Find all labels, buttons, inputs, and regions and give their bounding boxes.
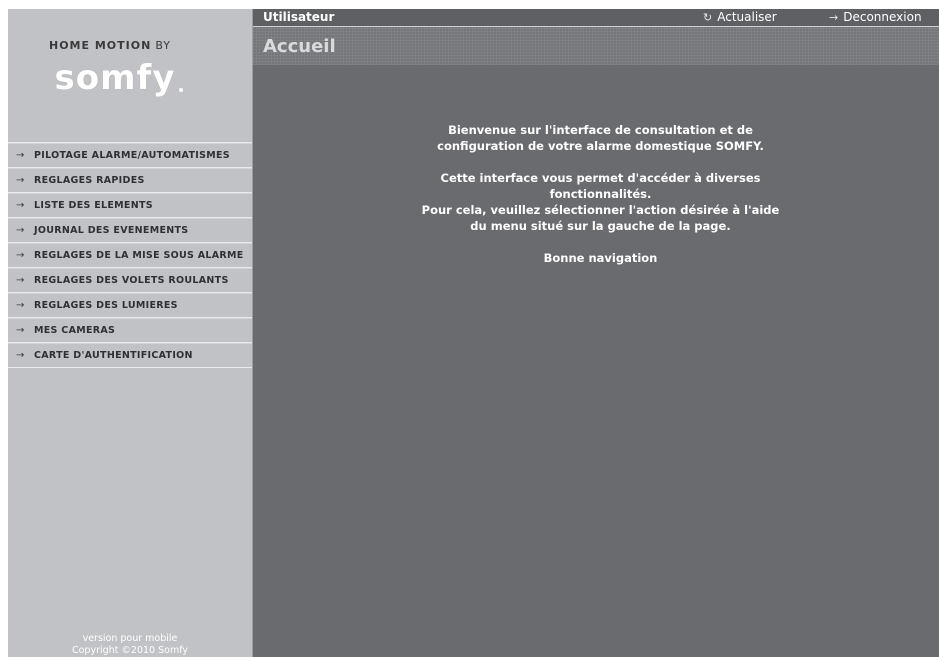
arrow-right-icon: → [16,275,25,286]
welcome-line: Cette interface vous permet d'accéder à … [440,171,761,201]
menu-item-label: CARTE D'AUTHENTIFICATION [34,350,193,361]
arrow-right-icon: → [16,250,25,261]
sidebar-menu: → PILOTAGE ALARME/AUTOMATISMES → REGLAGES … [8,142,252,368]
logout-button[interactable]: → Deconnexion [829,10,922,24]
refresh-label: Actualiser [717,10,777,24]
sidebar-footer: version pour mobile Copyright ©2010 Somf… [8,633,252,657]
menu-item-label: PILOTAGE ALARME/AUTOMATISMES [34,150,230,161]
arrow-right-icon: → [16,300,25,311]
menu-item-pilotage[interactable]: → PILOTAGE ALARME/AUTOMATISMES [8,143,252,168]
app-frame: HOME MOTION BY somfy → PILOTAGE ALARME/AUT… [8,9,939,657]
mobile-version-link[interactable]: version pour mobile [8,633,252,645]
title-bar: Accueil [253,27,939,65]
menu-item-label: REGLAGES DES VOLETS ROULANTS [34,275,229,286]
menu-item-label: REGLAGES DES LUMIERES [34,300,178,311]
refresh-button[interactable]: ↻ Actualiser [703,10,777,24]
menu-item-mise-sous-alarme[interactable]: → REGLAGES DE LA MISE SOUS ALARME [8,243,252,268]
arrow-right-icon: → [829,11,839,24]
brand-logo-block: HOME MOTION BY somfy [8,39,252,119]
menu-item-volets-roulants[interactable]: → REGLAGES DES VOLETS ROULANTS [8,268,252,293]
logo-dot [179,88,184,92]
menu-item-reglages-rapides[interactable]: → REGLAGES RAPIDES [8,168,252,193]
welcome-line: Bienvenue sur l'interface de consultatio… [437,123,764,153]
somfy-logo-text: somfy [54,58,176,98]
welcome-line: Bonne navigation [543,251,658,265]
arrow-right-icon: → [16,175,25,186]
menu-item-label: JOURNAL DES EVENEMENTS [34,225,189,236]
arrow-right-icon: → [16,350,25,361]
arrow-right-icon: → [16,225,25,236]
logout-label: Deconnexion [843,10,922,24]
arrow-right-icon: → [16,150,25,161]
welcome-line: Pour cela, veuillez sélectionner l'actio… [421,203,780,233]
sidebar: HOME MOTION BY somfy → PILOTAGE ALARME/AUT… [8,9,253,657]
menu-item-label: LISTE DES ELEMENTS [34,200,153,211]
menu-item-label: MES CAMERAS [34,325,116,336]
menu-item-cameras[interactable]: → MES CAMERAS [8,318,252,343]
brand-tagline-text: HOME MOTION [49,39,152,52]
menu-item-label: REGLAGES DE LA MISE SOUS ALARME [34,250,244,261]
page-title: Accueil [263,36,336,57]
brand-tagline: HOME MOTION BY [0,39,252,52]
menu-item-journal[interactable]: → JOURNAL DES EVENEMENTS [8,218,252,243]
menu-item-label: REGLAGES RAPIDES [34,175,145,186]
brand-by-text: BY [155,39,171,52]
user-label: Utilisateur [263,10,335,24]
somfy-logo: somfy [54,58,184,98]
arrow-right-icon: → [16,200,25,211]
welcome-message: Bienvenue sur l'interface de consultatio… [413,122,788,282]
top-bar: Utilisateur ↻ Actualiser → Deconnexion [253,9,939,27]
copyright-text: Copyright ©2010 Somfy [71,645,189,656]
main-content: Utilisateur ↻ Actualiser → Deconnexion Acc… [253,9,939,657]
refresh-icon: ↻ [703,11,713,24]
menu-item-lumieres[interactable]: → REGLAGES DES LUMIERES [8,293,252,318]
menu-item-carte-authentification[interactable]: → CARTE D'AUTHENTIFICATION [8,343,252,368]
menu-item-liste-elements[interactable]: → LISTE DES ELEMENTS [8,193,252,218]
arrow-right-icon: → [16,325,25,336]
